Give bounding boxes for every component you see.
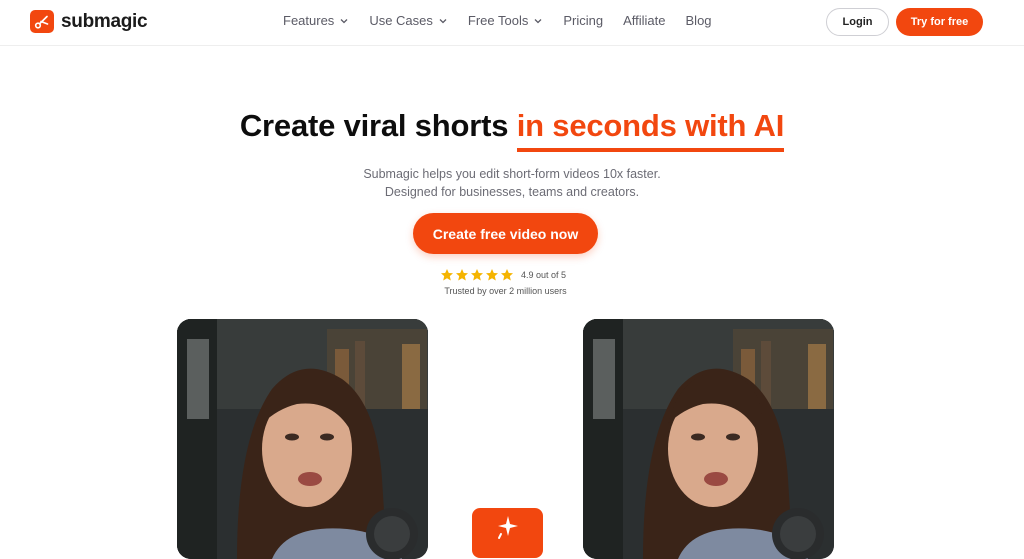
video-thumbnail bbox=[583, 319, 834, 559]
brand-name: submagic bbox=[61, 10, 148, 32]
nav-item-use-cases[interactable]: Use Cases bbox=[369, 13, 448, 28]
brand-logo[interactable]: submagic bbox=[30, 10, 148, 33]
login-button[interactable]: Login bbox=[826, 8, 889, 36]
chevron-down-icon bbox=[340, 18, 348, 23]
star-icon bbox=[471, 269, 483, 281]
create-free-video-button[interactable]: Create free video now bbox=[413, 213, 598, 254]
nav-item-label: Free Tools bbox=[467, 13, 529, 28]
site-header: submagic Features Use Cases Free Tools P… bbox=[0, 0, 1024, 46]
hero-subtitle: Submagic helps you edit short-form video… bbox=[0, 165, 1024, 201]
nav-item-blog[interactable]: Blog bbox=[686, 13, 712, 28]
star-icon bbox=[501, 269, 513, 281]
nav-item-features[interactable]: Features bbox=[283, 13, 349, 28]
hero-title-accent: in seconds with AI bbox=[516, 108, 784, 152]
subtitle-line: Designed for businesses, teams and creat… bbox=[384, 185, 640, 199]
nav-item-label: Features bbox=[283, 13, 335, 28]
star-icon bbox=[456, 269, 468, 281]
chevron-down-icon bbox=[439, 18, 447, 23]
nav-item-pricing[interactable]: Pricing bbox=[563, 13, 603, 28]
star-icon bbox=[441, 269, 453, 281]
hero-title-main: Create viral shorts bbox=[239, 108, 509, 143]
rating-text: 4.9 out of 5 bbox=[521, 270, 567, 280]
star-icon bbox=[486, 269, 498, 281]
rating-stars bbox=[440, 268, 514, 282]
video-preview-after[interactable] bbox=[583, 319, 834, 559]
subtitle-line: Submagic helps you edit short-form video… bbox=[363, 167, 661, 181]
nav-item-label: Affiliate bbox=[623, 13, 666, 28]
nav-item-label: Use Cases bbox=[369, 13, 433, 28]
main-nav: Features Use Cases Free Tools Pricing Af… bbox=[283, 13, 732, 28]
hero-title: Create viral shorts in seconds with AI bbox=[0, 108, 1024, 152]
video-thumbnail bbox=[177, 319, 428, 559]
magic-badge bbox=[472, 508, 543, 558]
try-for-free-button[interactable]: Try for free bbox=[896, 8, 983, 36]
nav-item-free-tools[interactable]: Free Tools bbox=[468, 13, 543, 28]
sparkle-icon bbox=[497, 516, 518, 539]
video-preview-before[interactable] bbox=[177, 319, 428, 559]
rating: 4.9 out of 5 bbox=[440, 268, 566, 282]
trusted-text: Trusted by over 2 million users bbox=[444, 286, 567, 296]
chevron-down-icon bbox=[534, 18, 542, 23]
nav-item-affiliate[interactable]: Affiliate bbox=[623, 13, 665, 28]
nav-item-label: Pricing bbox=[563, 13, 604, 28]
scissors-logo-icon bbox=[30, 10, 54, 33]
nav-item-label: Blog bbox=[685, 13, 712, 28]
